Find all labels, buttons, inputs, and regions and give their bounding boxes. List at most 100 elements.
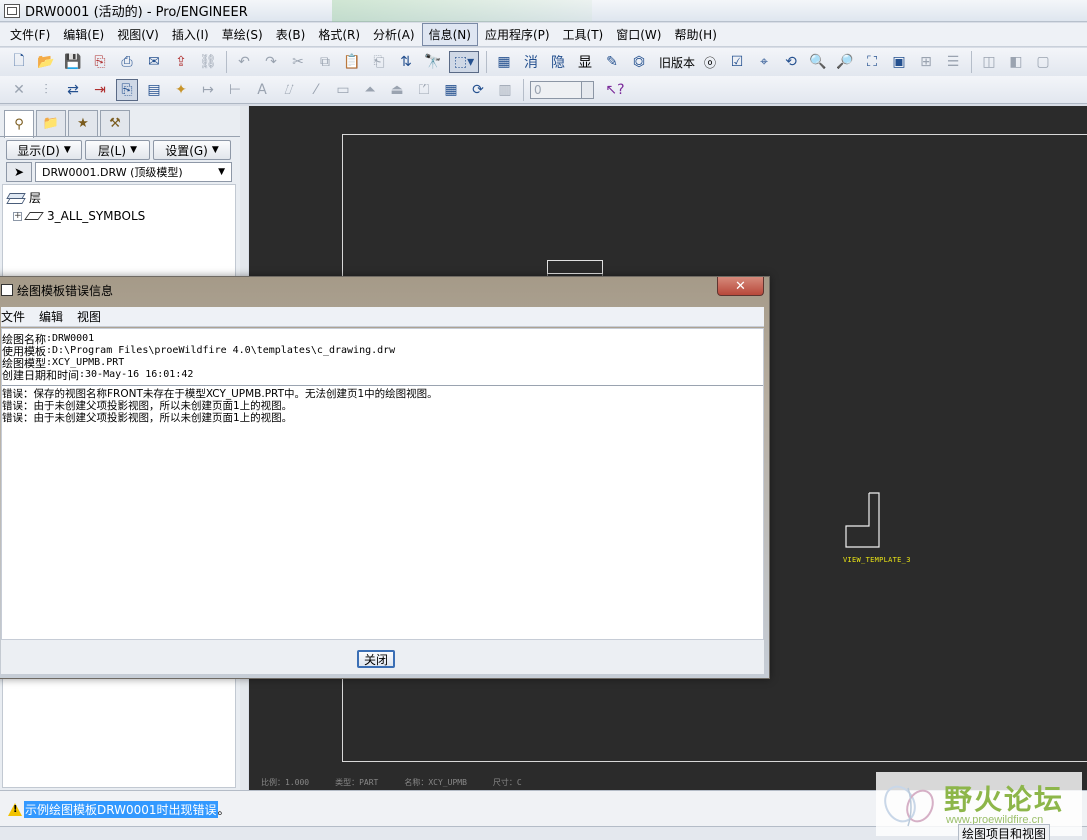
menu-window[interactable]: 窗口(W) xyxy=(610,24,667,45)
verify-icon[interactable]: ☑ xyxy=(726,51,748,73)
update-table-icon[interactable]: ⟳ xyxy=(467,79,489,101)
view-template-outline[interactable] xyxy=(845,492,881,548)
expand-icon[interactable]: + xyxy=(13,211,22,221)
tree-root[interactable]: 层 xyxy=(7,189,41,206)
menu-file[interactable]: 文件(F) xyxy=(4,24,56,45)
menu-format[interactable]: 格式(R) xyxy=(312,24,366,45)
scale-input[interactable]: 0 xyxy=(530,80,582,99)
save-copy-icon[interactable]: ⎘ xyxy=(89,51,111,73)
drawing-toolbar: ✕ ⫶ ⇄ ⇥ ⎘ ▤ ✦ ↦ ⊢ A ⌰ ⁄ ▭ ⏶ ⏏ ⏍ ▦ ⟳ ▥ 0 … xyxy=(0,76,1087,104)
window-title: DRW0001 (活动的) - Pro/ENGINEER xyxy=(25,5,248,20)
wireframe-icon[interactable]: ◫ xyxy=(978,51,1000,73)
menu-view[interactable]: 视图(V) xyxy=(111,24,165,45)
symbol-icon[interactable]: ⏶ xyxy=(359,79,381,101)
menu-tools[interactable]: 工具(T) xyxy=(557,24,610,45)
delete-icon[interactable]: ✕ xyxy=(8,79,30,101)
context-help-icon[interactable]: ↖? xyxy=(604,79,626,101)
layer-button[interactable]: 层(L) ▼ xyxy=(85,140,150,160)
gtol-icon[interactable]: ⌰ xyxy=(278,79,300,101)
repeat-region-icon[interactable]: ▥ xyxy=(494,79,516,101)
pointer-icon[interactable]: ➤ xyxy=(6,162,32,182)
text-icon[interactable]: A xyxy=(251,79,273,101)
display-button[interactable]: 显示(D) ▼ xyxy=(6,140,82,160)
warning-icon xyxy=(8,803,22,816)
tab-model-tree[interactable]: ⚲ xyxy=(4,110,34,138)
tree-item[interactable]: + 3_ALL_SYMBOLS xyxy=(13,209,145,223)
swap-icon[interactable]: ⇄ xyxy=(62,79,84,101)
menu-help[interactable]: 帮助(H) xyxy=(668,24,722,45)
no-hidden-icon[interactable]: ▢ xyxy=(1032,51,1054,73)
show-xian-icon[interactable]: 显 xyxy=(574,51,596,73)
menu-edit[interactable]: 编辑(E) xyxy=(57,24,110,45)
ordinate-icon[interactable]: ⊢ xyxy=(224,79,246,101)
layers-icon[interactable]: ☰ xyxy=(942,51,964,73)
zoom-in-icon[interactable]: 🔍 xyxy=(807,51,829,73)
custom-symbol-icon[interactable]: ⏏ xyxy=(386,79,408,101)
close-button[interactable]: 关闭 xyxy=(357,650,395,668)
node-icon[interactable]: ⌖ xyxy=(753,51,775,73)
dialog-menu-edit[interactable]: 编辑 xyxy=(39,308,63,325)
tab-folder-browser[interactable]: 📁 xyxy=(36,110,66,136)
save-icon[interactable]: 💾 xyxy=(62,51,84,73)
redo-icon[interactable]: ↷ xyxy=(260,51,282,73)
paste-special-icon[interactable]: ⎗ xyxy=(368,51,390,73)
show-annotations-icon[interactable]: ✦ xyxy=(170,79,192,101)
dialog-menubar: 文件 编辑 视图 xyxy=(1,307,764,327)
print-icon[interactable]: ⎙ xyxy=(116,51,138,73)
balloon-icon[interactable]: ⏍ xyxy=(413,79,435,101)
table-icon[interactable]: ▤ xyxy=(143,79,165,101)
paste-icon[interactable]: 📋 xyxy=(341,51,363,73)
menu-analysis[interactable]: 分析(A) xyxy=(367,24,421,45)
dimension-icon[interactable]: ↦ xyxy=(197,79,219,101)
select-box-icon[interactable]: ⬚▾ xyxy=(449,51,479,73)
open-folder-icon[interactable]: 📂 xyxy=(35,51,57,73)
view-manager-icon[interactable]: ▣ xyxy=(888,51,910,73)
undo-icon[interactable]: ↶ xyxy=(233,51,255,73)
new-file-icon[interactable]: 🗋 xyxy=(8,51,30,73)
view-template-label[interactable]: VIEW_TEMPLATE_3 xyxy=(843,556,911,564)
menu-sketch[interactable]: 草绘(S) xyxy=(216,24,269,45)
scale-spinner[interactable] xyxy=(582,80,594,99)
status-message: 示例绘图模板DRW0001时出现错误。 xyxy=(8,801,230,818)
model-select[interactable]: DRW0001.DRW (顶级模型) ▼ xyxy=(35,162,232,182)
datum-icon[interactable]: ▭ xyxy=(332,79,354,101)
menu-info[interactable]: 信息(N) xyxy=(421,23,478,46)
selection-filter[interactable]: 绘图项目和视图 xyxy=(958,824,1051,840)
move-to-sheet-icon[interactable]: ⇥ xyxy=(89,79,111,101)
erase-xiao-icon[interactable]: 消 xyxy=(520,51,542,73)
repaint-icon[interactable]: ⟲ xyxy=(780,51,802,73)
hatch-icon[interactable]: ▦ xyxy=(493,51,515,73)
surface-finish-icon[interactable]: ⁄ xyxy=(305,79,327,101)
zoom-out-icon[interactable]: 🔎 xyxy=(834,51,856,73)
send-mail-icon[interactable]: ✉ xyxy=(143,51,165,73)
cut-icon[interactable]: ✂ xyxy=(287,51,309,73)
tab-connections[interactable]: ⚒ xyxy=(100,110,130,136)
menu-table[interactable]: 表(B) xyxy=(270,24,312,45)
find-icon[interactable]: 🔭 xyxy=(422,51,444,73)
model-params-icon[interactable]: ⏣ xyxy=(628,51,650,73)
info-template: 使用模板:D:\Program Files\proeWildfire 4.0\t… xyxy=(2,345,396,358)
hide-yin-icon[interactable]: 隐 xyxy=(547,51,569,73)
menu-applications[interactable]: 应用程序(P) xyxy=(479,24,556,45)
tab-favorites[interactable]: ★ xyxy=(68,110,98,136)
dialog-menu-file[interactable]: 文件 xyxy=(1,308,25,325)
fit-window-icon[interactable]: ⛶ xyxy=(861,51,883,73)
general-view-icon[interactable]: ⎘ xyxy=(116,78,138,101)
old-version-icon[interactable]: ⓞ xyxy=(699,51,721,73)
saved-view-icon[interactable]: ⊞ xyxy=(915,51,937,73)
dialog-titlebar[interactable]: 绘图模板错误信息 xyxy=(0,277,769,303)
link-icon[interactable]: ⛓ xyxy=(197,51,219,73)
dialog-menu-view[interactable]: 视图 xyxy=(77,308,101,325)
hidden-line-icon[interactable]: ◧ xyxy=(1005,51,1027,73)
old-version-label[interactable]: 旧版本 xyxy=(655,54,699,71)
close-icon[interactable]: ✕ xyxy=(717,277,764,296)
copy-icon[interactable]: ⧉ xyxy=(314,51,336,73)
regenerate-icon[interactable]: ⇅ xyxy=(395,51,417,73)
menu-insert[interactable]: 插入(I) xyxy=(166,24,215,45)
table-insert-icon[interactable]: ▦ xyxy=(440,79,462,101)
export-icon[interactable]: ⇪ xyxy=(170,51,192,73)
watermark-title: 野火论坛 xyxy=(944,783,1065,816)
settings-button[interactable]: 设置(G) ▼ xyxy=(153,140,231,160)
align-icon[interactable]: ⫶ xyxy=(35,79,57,101)
edit-note-icon[interactable]: ✎ xyxy=(601,51,623,73)
